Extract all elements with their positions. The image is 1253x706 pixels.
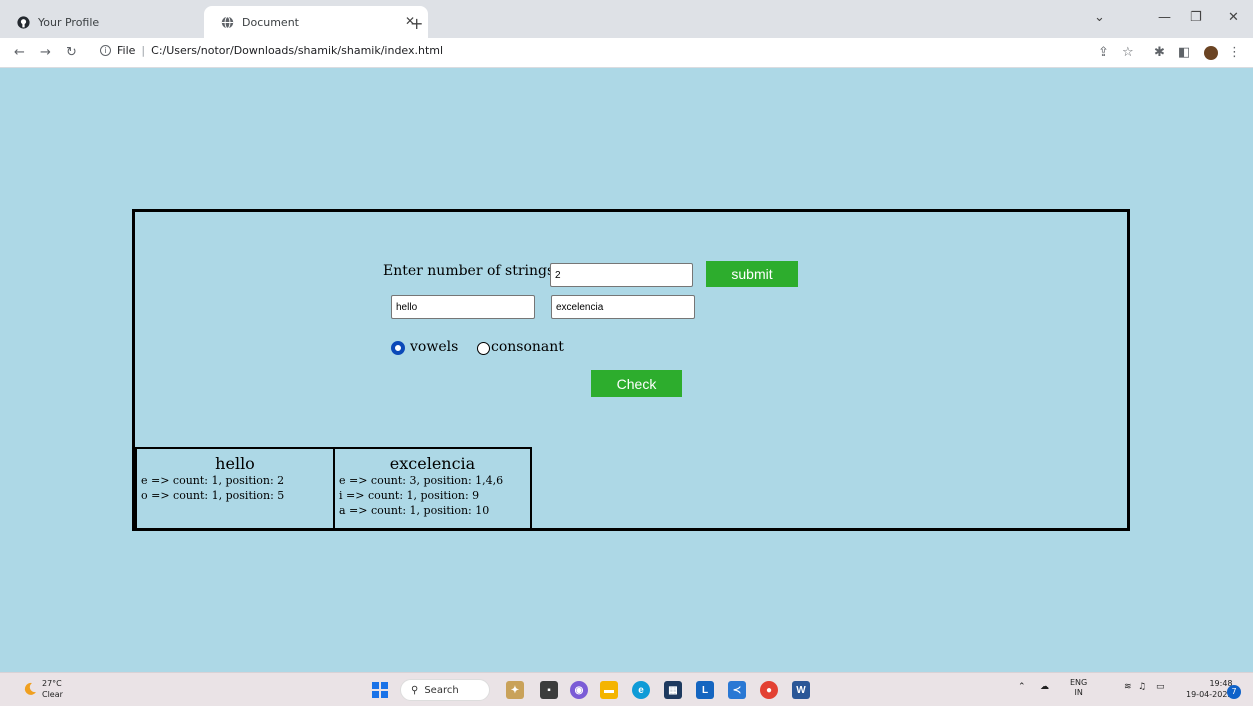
chat-app-icon[interactable]: ◉ xyxy=(570,681,588,699)
consonant-radio[interactable] xyxy=(477,342,490,355)
result-cell-hello: hello e => count: 1, position: 2 o => co… xyxy=(135,447,335,530)
menu-icon[interactable]: ⋮ xyxy=(1228,45,1241,60)
string-input-1[interactable] xyxy=(391,295,535,319)
language-code: ENG xyxy=(1070,678,1088,687)
word-app-icon[interactable]: W xyxy=(792,681,810,699)
result-word: hello xyxy=(215,454,255,473)
language-indicator[interactable]: ENG IN xyxy=(1070,678,1087,698)
restore-icon[interactable]: ❐ xyxy=(1190,10,1202,25)
info-icon[interactable]: i xyxy=(100,45,111,56)
submit-button[interactable]: submit xyxy=(706,261,798,287)
result-line: e => count: 1, position: 2 xyxy=(141,474,285,487)
url-separator: | xyxy=(141,44,146,57)
chrome-app-icon[interactable]: ● xyxy=(760,681,778,699)
browser-tab-bar: Your Profile ✕ Document ✕ + ⌄ — ❐ ✕ xyxy=(0,0,1253,38)
extensions-icon[interactable]: ✱ xyxy=(1154,45,1165,60)
notification-badge[interactable]: 7 xyxy=(1227,685,1241,699)
file-explorer-icon[interactable]: ▬ xyxy=(600,681,618,699)
back-icon[interactable]: ← xyxy=(14,45,25,60)
result-line: i => count: 1, position: 9 xyxy=(339,489,480,502)
taskbar: 27°C Clear ⚲ Search ✦ ▪ ◉ ▬ e ▦ L ≺ ● W … xyxy=(0,672,1253,706)
tab-your-profile[interactable]: Your Profile ✕ xyxy=(6,6,230,38)
vowels-label: vowels xyxy=(410,339,459,355)
address-bar-row: ← → ↻ i File | C:/Users/notor/Downloads/… xyxy=(0,38,1253,68)
clock-date: 19-04-2023 xyxy=(1186,690,1233,699)
consonant-label: consonant xyxy=(491,339,564,355)
clock[interactable]: 19:48 19-04-2023 xyxy=(1186,678,1233,700)
new-tab-button[interactable]: + xyxy=(410,14,423,33)
weather-temp: 27°C xyxy=(42,679,62,688)
minimize-icon[interactable]: — xyxy=(1158,10,1171,25)
vscode-app-icon[interactable]: ≺ xyxy=(728,681,746,699)
store-app-icon[interactable]: ▦ xyxy=(664,681,682,699)
main-panel: Enter number of strings : submit vowels … xyxy=(132,209,1130,531)
region-code: IN xyxy=(1074,688,1083,697)
volume-icon[interactable]: ♫ xyxy=(1138,682,1146,692)
forward-icon[interactable]: → xyxy=(40,45,51,60)
result-line: e => count: 3, position: 1,4,6 xyxy=(339,474,504,487)
battery-icon[interactable]: ▭ xyxy=(1156,682,1165,692)
url-scheme: File xyxy=(117,44,136,57)
string-input-2[interactable] xyxy=(551,295,695,319)
share-icon[interactable]: ⇪ xyxy=(1098,45,1109,60)
url-path: C:/Users/notor/Downloads/shamik/shamik/i… xyxy=(151,44,444,57)
result-line: o => count: 1, position: 5 xyxy=(141,489,285,502)
check-button[interactable]: Check xyxy=(591,370,682,397)
close-window-icon[interactable]: ✕ xyxy=(1228,10,1239,25)
tab-title: Document xyxy=(242,15,299,29)
linkedin-app-icon[interactable]: L xyxy=(696,681,714,699)
onedrive-cloud-icon[interactable]: ☁ xyxy=(1040,682,1049,692)
weather-widget[interactable]: 27°C Clear xyxy=(42,678,63,700)
weather-desc: Clear xyxy=(42,690,63,699)
search-icon: ⚲ xyxy=(411,684,419,696)
result-cell-excelencia: excelencia e => count: 3, position: 1,4,… xyxy=(333,447,532,530)
tab-title: Your Profile xyxy=(38,15,100,29)
windows-start-icon[interactable] xyxy=(372,682,388,698)
edge-browser-icon[interactable]: e xyxy=(632,681,650,699)
task-view-icon[interactable]: ▪ xyxy=(540,681,558,699)
taskbar-search[interactable]: ⚲ Search xyxy=(400,679,490,701)
tab-search-chevron-icon[interactable]: ⌄ xyxy=(1094,10,1105,25)
search-label: Search xyxy=(424,684,459,696)
vowels-radio[interactable] xyxy=(391,341,405,355)
wifi-icon[interactable]: ≋ xyxy=(1124,682,1132,692)
tab-document[interactable]: Document ✕ xyxy=(204,6,428,38)
count-input[interactable] xyxy=(550,263,693,287)
count-label: Enter number of strings : xyxy=(383,263,564,279)
clock-time: 19:48 xyxy=(1209,679,1233,688)
result-word: excelencia xyxy=(389,454,476,473)
address-bar[interactable]: i File | C:/Users/notor/Downloads/shamik… xyxy=(100,44,443,57)
result-line: a => count: 1, position: 10 xyxy=(339,504,490,517)
moon-weather-icon[interactable] xyxy=(22,681,38,697)
reload-icon[interactable]: ↻ xyxy=(66,45,77,60)
github-icon xyxy=(16,15,30,29)
tray-overflow-chevron-icon[interactable]: ⌃ xyxy=(1018,682,1026,692)
bookmark-star-icon[interactable]: ☆ xyxy=(1122,45,1134,60)
globe-icon xyxy=(220,15,234,29)
profile-avatar[interactable] xyxy=(1204,46,1218,60)
side-panel-icon[interactable]: ◧ xyxy=(1178,45,1190,60)
widgets-app-icon[interactable]: ✦ xyxy=(506,681,524,699)
